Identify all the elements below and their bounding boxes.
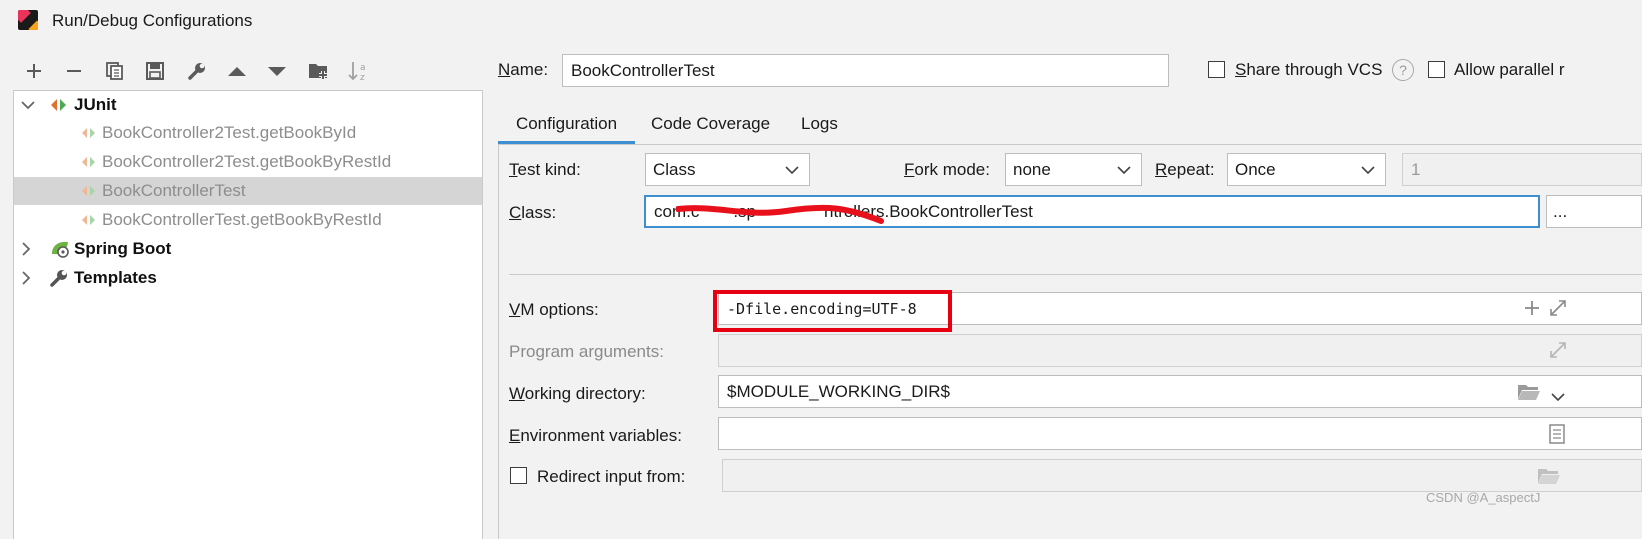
wrench-icon[interactable] <box>184 58 210 84</box>
program-arguments-input[interactable] <box>718 334 1642 367</box>
watermark: CSDN @A_aspectJ <box>1426 490 1541 505</box>
arrow-up-icon[interactable] <box>224 58 250 84</box>
test-config-icon <box>79 181 99 201</box>
chevron-down-icon[interactable] <box>21 98 35 112</box>
junit-icon <box>49 95 69 115</box>
tree-item-templates[interactable]: Templates <box>14 264 482 292</box>
chevron-right-icon[interactable] <box>19 271 33 285</box>
tree-item-test[interactable]: BookController2Test.getBookById <box>14 119 482 147</box>
chevron-right-icon[interactable] <box>19 242 33 256</box>
folder-icon[interactable] <box>1537 467 1561 490</box>
name-input[interactable]: BookControllerTest <box>562 54 1169 87</box>
wrench-icon <box>49 268 69 288</box>
test-config-icon <box>79 123 99 143</box>
tree-item-label: BookControllerTest.getBookByRestId <box>102 210 382 229</box>
copy-icon[interactable] <box>102 58 128 84</box>
folder-plus-icon[interactable] <box>306 58 332 84</box>
minus-icon[interactable] <box>61 58 87 84</box>
vm-options-label: VM options: <box>509 300 599 319</box>
configurations-tree[interactable]: JUnit BookController2Test.getBookById Bo… <box>13 90 483 539</box>
working-directory-label: Working directory: <box>509 384 646 403</box>
test-config-icon <box>79 210 99 230</box>
window-title: Run/Debug Configurations <box>52 11 253 30</box>
intellij-logo-icon <box>18 10 38 30</box>
help-icon[interactable]: ? <box>1392 59 1414 81</box>
folder-icon[interactable] <box>1517 383 1541 406</box>
spring-boot-icon <box>49 239 69 259</box>
chevron-down-icon[interactable] <box>1551 387 1565 407</box>
plus-icon[interactable] <box>21 58 47 84</box>
repeat-count-input[interactable]: 1 <box>1402 153 1642 186</box>
allow-parallel-label: Allow parallel r <box>1454 60 1565 79</box>
svg-text:z: z <box>360 73 365 82</box>
class-browse-button[interactable]: ... <box>1546 195 1642 228</box>
tree-item-label: BookController2Test.getBookByRestId <box>102 152 392 171</box>
tree-item-label: BookController2Test.getBookById <box>102 123 357 142</box>
allow-parallel-checkbox[interactable] <box>1428 61 1445 78</box>
redirect-input-field[interactable] <box>722 459 1642 492</box>
chevron-down-icon <box>1361 160 1375 180</box>
svg-text:a: a <box>360 63 366 73</box>
sort-az-icon[interactable]: az <box>346 58 372 84</box>
redaction-scribble <box>676 204 884 224</box>
tree-item-test-selected[interactable]: BookControllerTest <box>14 177 482 205</box>
tree-item-test[interactable]: BookController2Test.getBookByRestId <box>14 148 482 176</box>
test-kind-label: Test kind: <box>509 160 581 179</box>
environment-variables-input[interactable] <box>718 417 1642 450</box>
test-kind-select[interactable]: Class <box>645 153 810 186</box>
repeat-label: Repeat: <box>1155 160 1215 179</box>
working-directory-input[interactable]: $MODULE_WORKING_DIR$ <box>718 375 1642 408</box>
tab-logs[interactable]: Logs <box>801 104 838 144</box>
environment-variables-label: Environment variables: <box>509 426 682 445</box>
program-arguments-label: Program arguments: <box>509 342 664 361</box>
tree-item-label: Templates <box>74 268 157 287</box>
redirect-input-label: Redirect input from: <box>537 467 686 486</box>
arrow-down-icon[interactable] <box>264 58 290 84</box>
class-label: Class: <box>509 203 557 222</box>
chevron-down-icon <box>785 160 799 180</box>
repeat-select[interactable]: Once <box>1227 153 1386 186</box>
name-label: Name: <box>498 60 549 79</box>
tree-item-label: BookControllerTest <box>102 181 246 200</box>
fork-mode-select[interactable]: none <box>1005 153 1142 186</box>
fork-mode-label: Fork mode: <box>904 160 990 179</box>
tree-item-junit[interactable]: JUnit <box>14 91 482 119</box>
class-input[interactable]: com.c .sp ntrollers.BookControllerTest <box>644 195 1540 228</box>
section-divider <box>509 274 1642 275</box>
tree-item-label: JUnit <box>74 95 117 114</box>
redirect-input-checkbox[interactable] <box>510 467 527 484</box>
share-vcs-label: Share through VCS <box>1235 60 1383 79</box>
save-icon[interactable] <box>142 58 168 84</box>
expand-icon[interactable] <box>1549 299 1567 322</box>
tree-item-label: Spring Boot <box>74 239 172 258</box>
title-bar: Run/Debug Configurations <box>0 0 1642 42</box>
chevron-down-icon <box>1117 160 1131 180</box>
expand-icon[interactable] <box>1549 341 1567 364</box>
plus-icon[interactable] <box>1523 299 1541 322</box>
highlight-box <box>713 290 952 332</box>
tab-code-coverage[interactable]: Code Coverage <box>651 104 770 144</box>
test-config-icon <box>79 152 99 172</box>
tree-item-spring-boot[interactable]: Spring Boot <box>14 235 482 263</box>
tree-item-test[interactable]: BookControllerTest.getBookByRestId <box>14 206 482 234</box>
document-icon[interactable] <box>1549 424 1565 449</box>
share-vcs-checkbox[interactable] <box>1208 61 1225 78</box>
tab-configuration[interactable]: Configuration <box>498 104 635 144</box>
